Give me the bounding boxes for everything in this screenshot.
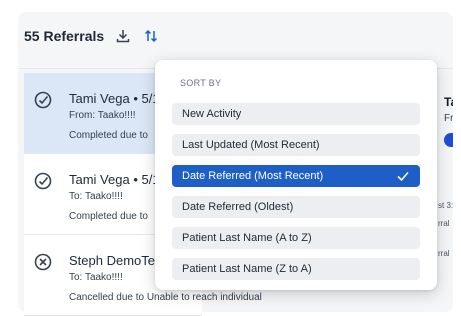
referral-note: Completed due to (69, 130, 148, 141)
referral-direction: To: Taako!!!! (69, 191, 123, 202)
sort-option-last-name-z-a[interactable]: Patient Last Name (Z to A) (172, 258, 420, 280)
check-circle-icon (34, 172, 52, 190)
referral-note: Completed due to (69, 211, 148, 222)
sort-option-label: New Activity (182, 108, 242, 120)
sort-arrows-icon[interactable] (142, 27, 160, 45)
detail-snippet: rral (438, 249, 450, 258)
sort-option-label: Date Referred (Most Recent) (182, 170, 324, 182)
check-circle-icon (34, 91, 52, 109)
detail-title: Ta (444, 95, 453, 109)
sort-option-date-referred-recent[interactable]: Date Referred (Most Recent) (172, 165, 420, 187)
sort-option-last-updated[interactable]: Last Updated (Most Recent) (172, 134, 420, 156)
sort-option-new-activity[interactable]: New Activity (172, 103, 420, 125)
x-circle-icon (34, 253, 52, 271)
referral-name: Tami Vega • 5/1 (69, 91, 160, 106)
detail-snippet: rral (438, 219, 450, 228)
sort-option-label: Date Referred (Oldest) (182, 201, 294, 213)
referral-name: Tami Vega • 5/1 (69, 172, 160, 187)
referral-direction: To: Taako!!!! (69, 272, 123, 283)
detail-status-pill (444, 133, 453, 147)
referral-direction: From: Taako!!!! (69, 110, 136, 121)
referrals-count-title: 55 Referrals (24, 28, 105, 44)
referral-note: Cancelled due to Unable to reach individ… (69, 292, 262, 303)
sort-dropdown-menu: SORT BY New Activity Last Updated (Most … (155, 60, 437, 290)
detail-snippet: st 3: (438, 201, 453, 210)
sort-option-last-name-a-z[interactable]: Patient Last Name (A to Z) (172, 227, 420, 249)
referrals-header: 55 Referrals (24, 24, 160, 48)
sort-option-date-referred-oldest[interactable]: Date Referred (Oldest) (172, 196, 420, 218)
download-icon[interactable] (114, 27, 132, 45)
referral-name: Steph DemoTes (69, 253, 162, 268)
sort-option-label: Patient Last Name (A to Z) (182, 232, 312, 244)
detail-subtitle: Fr (444, 113, 453, 124)
checkmark-icon (396, 169, 410, 183)
sort-option-label: Patient Last Name (Z to A) (182, 263, 312, 275)
sort-option-label: Last Updated (Most Recent) (182, 139, 320, 151)
sort-by-heading: SORT BY (180, 78, 222, 88)
